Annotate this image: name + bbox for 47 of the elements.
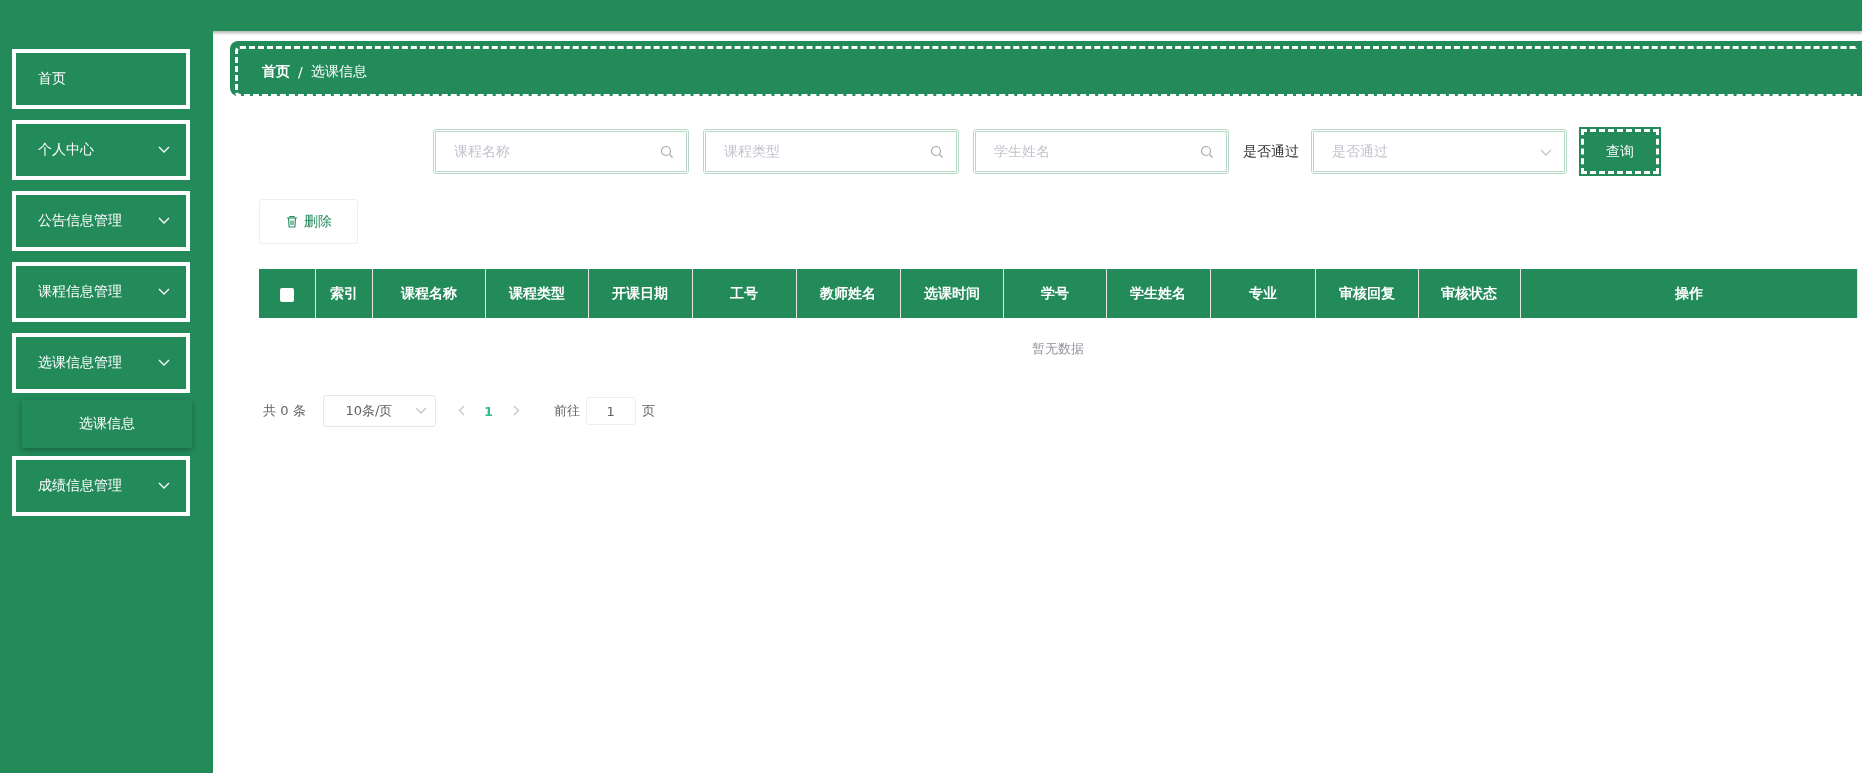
breadcrumb-item[interactable]: 首页 (262, 62, 290, 81)
breadcrumb-separator: / (298, 63, 303, 80)
empty-message: 暂无数据 (1032, 341, 1085, 356)
breadcrumb-item[interactable]: 选课信息 (310, 62, 367, 81)
select-all-checkbox[interactable] (279, 287, 294, 302)
page-input[interactable]: 1 (585, 397, 636, 425)
chevron-down-icon (158, 146, 170, 154)
column-header: 工号 (730, 284, 758, 301)
column-header: 专业 (1248, 284, 1277, 301)
sidebar-menu-item[interactable]: 选课信息管理 (12, 333, 190, 393)
trash-icon (285, 215, 298, 228)
chevron-down-icon (158, 288, 170, 296)
sidebar-menu-item[interactable]: 个人中心 (12, 120, 190, 180)
page-number[interactable]: 1 (478, 403, 499, 419)
sidebar-menu-item[interactable]: 首页 (12, 49, 190, 109)
search-icon (930, 144, 944, 159)
query-button[interactable]: 查询 (1581, 129, 1659, 174)
column-header: 选课时间 (923, 284, 980, 301)
column-header: 学号 (1040, 284, 1069, 301)
column-header: 课程名称 (400, 284, 457, 301)
column-header: 审核回复 (1338, 284, 1395, 301)
sidebar-menu-item[interactable]: 课程信息管理 (12, 262, 190, 322)
goto-label: 前往 (553, 402, 580, 420)
sidebar-menu-item[interactable]: 公告信息管理 (12, 191, 190, 251)
chevron-down-icon (1540, 148, 1552, 157)
column-header: 开课日期 (612, 284, 668, 301)
column-header: 索引 (329, 284, 358, 301)
chevron-down-icon (158, 482, 170, 490)
column-header: 课程类型 (508, 284, 565, 301)
chevron-left-icon[interactable] (457, 404, 465, 416)
page-suffix: 页 (641, 402, 655, 420)
field-label: 是否通过 (1243, 142, 1299, 161)
chevron-down-icon (158, 359, 170, 367)
chevron-right-icon[interactable] (512, 404, 520, 416)
column-header: 教师姓名 (820, 284, 876, 301)
sidebar-submenu-item[interactable]: 选课信息 (22, 400, 192, 448)
search-icon (1200, 144, 1214, 159)
page-size-select[interactable]: 10条/页 (322, 395, 436, 427)
column-header: 操作 (1674, 284, 1703, 301)
total-count: 共 0 条 (263, 402, 306, 420)
chevron-down-icon (158, 217, 170, 225)
search-icon (660, 144, 674, 159)
column-header: 审核状态 (1441, 284, 1497, 301)
chevron-down-icon (414, 407, 427, 415)
delete-button[interactable]: 删除 (259, 199, 358, 244)
column-header: 学生姓名 (1130, 284, 1186, 301)
sidebar-menu-item[interactable]: 成绩信息管理 (12, 456, 190, 516)
